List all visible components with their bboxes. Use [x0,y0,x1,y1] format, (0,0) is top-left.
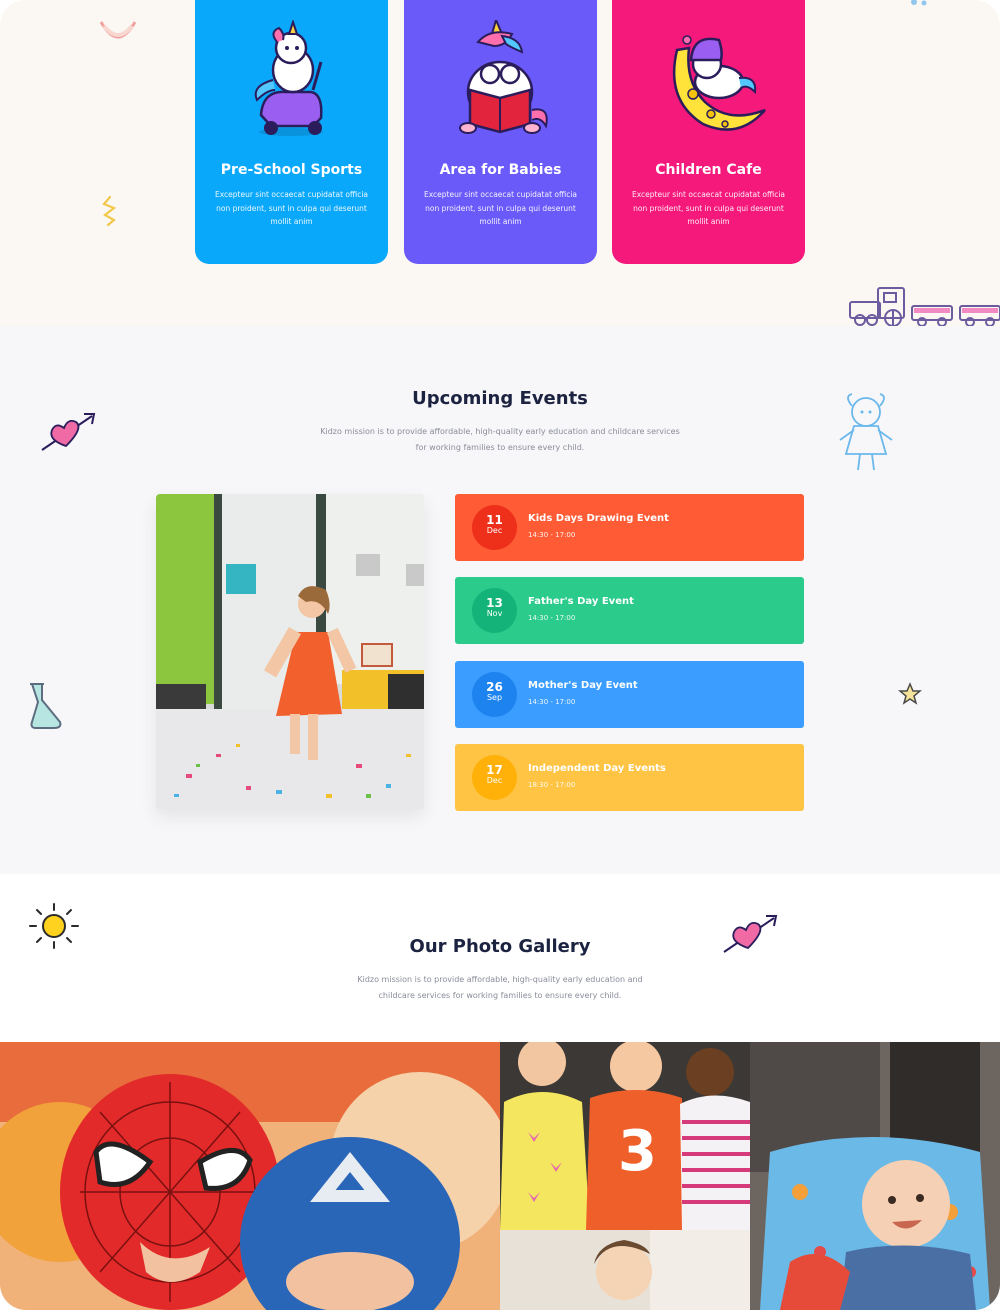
heart-arrow-doodle-icon [41,413,96,451]
event-day: 17 [486,763,503,777]
event-day: 11 [486,513,503,527]
event-date-badge: 17 Dec [472,755,517,800]
service-card-description: Excepteur sint occaecat cupidatat offici… [423,190,578,226]
drop-doodle-icon [911,0,927,6]
upcoming-events-section: Upcoming Events Kidzo mission is to prov… [0,326,1000,874]
section-description: Kidzo mission is to provide affordable, … [320,427,680,452]
event-item-independent-day[interactable]: 17 Dec Independent Day Events 18:30 - 17… [455,744,804,811]
service-card-title: Area for Babies [439,162,562,178]
event-item-mothers-day[interactable]: 26 Sep Mother's Day Event 14:30 - 17:00 [455,661,804,728]
gallery-photo-superhero-kids[interactable] [0,1042,500,1310]
service-card-title: Pre-School Sports [220,162,363,178]
star-doodle-icon [898,682,922,705]
event-day: 13 [486,596,503,610]
event-day: 26 [486,680,503,694]
event-date-badge: 13 Nov [472,588,517,633]
event-time: 14:30 - 17:00 [528,614,576,622]
event-month: Sep [486,693,503,702]
train-doodle-icon [849,287,1000,327]
flask-doodle-icon [30,683,62,729]
event-item-kids-drawing[interactable]: 11 Dec Kids Days Drawing Event 14:30 - 1… [455,494,804,561]
svg-text:3: 3 [618,1119,657,1184]
event-item-fathers-day[interactable]: 13 Nov Father's Day Event 14:30 - 17:00 [455,577,804,644]
event-month: Dec [486,776,503,785]
event-month: Dec [486,526,503,535]
doll-doodle-icon [839,393,893,471]
bowl-doodle-icon [99,21,137,39]
event-title: Mother's Day Event [528,680,638,691]
unicorn-scooter-icon [254,20,323,136]
event-date-badge: 11 Dec [472,505,517,550]
event-date-badge: 26 Sep [472,672,517,717]
gallery-photo-group-of-kids[interactable]: 3 [500,1042,750,1230]
event-photo-girl-dancing [156,494,424,809]
service-card-area-for-babies[interactable]: Area for Babies Excepteur sint occaecat … [404,0,597,264]
event-title: Father's Day Event [528,596,634,607]
gallery-photo-baby-in-chair[interactable] [750,1042,1000,1310]
squiggle-doodle-icon [102,195,117,227]
unicorn-moon-icon [672,35,766,131]
photo-gallery-grid: 3 [0,1042,1000,1310]
event-month: Nov [486,609,503,618]
service-card-children-cafe[interactable]: Children Cafe Excepteur sint occaecat cu… [612,0,805,264]
service-card-description: Excepteur sint occaecat cupidatat offici… [214,190,369,226]
event-time: 18:30 - 17:00 [528,781,576,789]
event-title: Kids Days Drawing Event [528,513,669,524]
service-card-description: Excepteur sint occaecat cupidatat offici… [631,190,786,226]
photo-gallery-header: Our Photo Gallery Kidzo mission is to pr… [0,874,1000,1042]
event-title: Independent Day Events [528,763,666,774]
service-card-preschool-sports[interactable]: Pre-School Sports Excepteur sint occaeca… [195,0,388,264]
page: Pre-School Sports Excepteur sint occaeca… [0,0,1000,1310]
unicorn-reading-icon [459,20,548,134]
section-title: Our Photo Gallery [409,936,591,957]
services-section: Pre-School Sports Excepteur sint occaeca… [0,0,1000,327]
gallery-photo-girl-at-table[interactable] [500,1230,750,1310]
service-card-title: Children Cafe [655,162,762,178]
event-time: 14:30 - 17:00 [528,698,576,706]
event-time: 14:30 - 17:00 [528,531,576,539]
section-description: Kidzo mission is to provide affordable, … [357,975,643,1000]
